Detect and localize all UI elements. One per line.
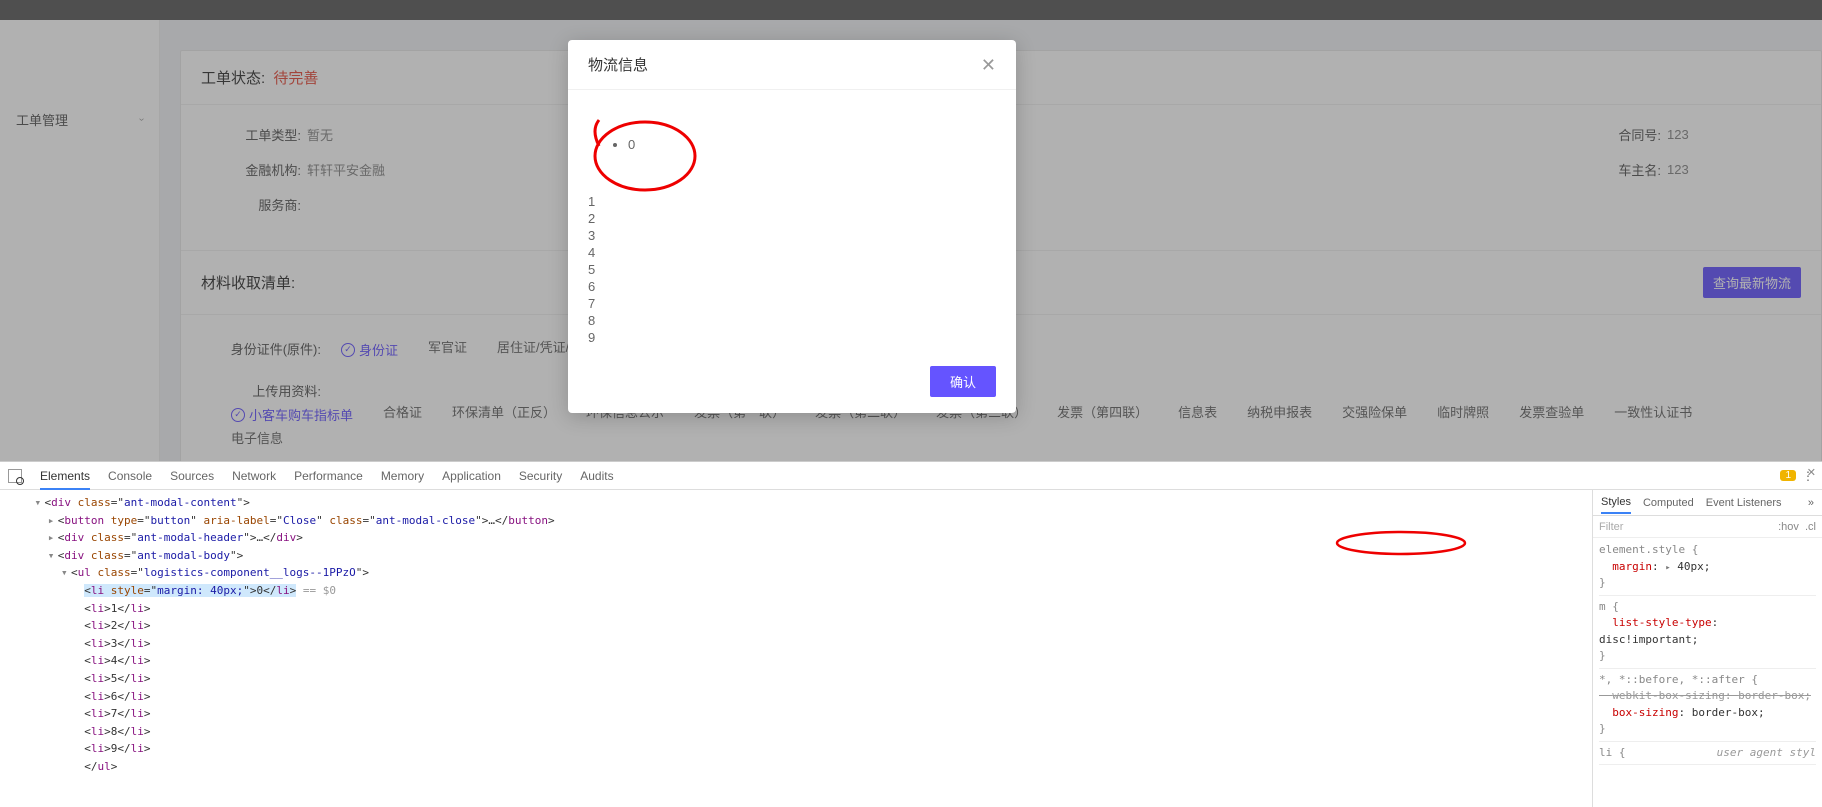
styles-tabbar: Styles Computed Event Listeners » xyxy=(1593,490,1822,516)
dom-line[interactable]: <li>2</li> xyxy=(8,617,1584,635)
styles-filter-input[interactable]: Filter xyxy=(1599,521,1623,533)
styles-tab[interactable]: Computed xyxy=(1643,497,1694,509)
styles-tab[interactable]: Styles xyxy=(1601,496,1631,514)
devtools-tab[interactable]: Application xyxy=(442,469,501,483)
log-item: 4 xyxy=(588,244,996,261)
dom-line[interactable]: <ul class="logistics-component__logs--1P… xyxy=(8,564,1584,582)
dom-line[interactable]: <li>9</li> xyxy=(8,740,1584,758)
logistics-modal: 物流信息 ✕ 0 123456789 确认 xyxy=(568,40,1016,413)
logistics-log-list: 0 123456789 xyxy=(588,136,996,346)
styles-rules[interactable]: element.style { margin: ▸ 40px; } m { li… xyxy=(1593,538,1822,807)
styles-filter-row: Filter :hov .cl xyxy=(1593,516,1822,538)
devtools-panel: ✕ Elements Console Sources Network Performan… xyxy=(0,461,1822,807)
dom-line[interactable]: <button type="button" aria-label="Close"… xyxy=(8,512,1584,530)
devtools-tab[interactable]: Sources xyxy=(170,469,214,483)
dom-line[interactable]: <li>4</li> xyxy=(8,652,1584,670)
dom-line[interactable]: <li>7</li> xyxy=(8,705,1584,723)
devtools-close-icon[interactable]: ✕ xyxy=(1807,466,1816,479)
devtools-tab[interactable]: Console xyxy=(108,469,152,483)
log-item: 5 xyxy=(588,261,996,278)
modal-title: 物流信息 xyxy=(588,54,648,75)
log-item: 2 xyxy=(588,210,996,227)
devtools-tab[interactable]: Security xyxy=(519,469,562,483)
devtools-tab[interactable]: Performance xyxy=(294,469,363,483)
inspect-icon[interactable] xyxy=(8,469,22,483)
log-item: 8 xyxy=(588,312,996,329)
styles-more-icon[interactable]: » xyxy=(1808,497,1814,509)
close-icon[interactable]: ✕ xyxy=(981,56,996,74)
dom-line[interactable]: <li>1</li> xyxy=(8,600,1584,618)
log-item: 9 xyxy=(588,329,996,346)
devtools-tabbar: Elements Console Sources Network Performance… xyxy=(0,462,1822,490)
dom-line[interactable]: <div class="ant-modal-header">…</div> xyxy=(8,529,1584,547)
devtools-tab[interactable]: Audits xyxy=(580,469,613,483)
dom-line[interactable]: </ul> xyxy=(8,758,1584,776)
styles-tab[interactable]: Event Listeners xyxy=(1706,497,1782,509)
dom-line[interactable]: <li>5</li> xyxy=(8,670,1584,688)
devtools-dom-tree[interactable]: <div class="ant-modal-content"> <button … xyxy=(0,490,1592,807)
log-item: 0 xyxy=(628,136,956,153)
devtools-tab[interactable]: Elements xyxy=(40,469,90,490)
dom-line[interactable]: <div class="ant-modal-body"> xyxy=(8,547,1584,565)
devtools-body: <div class="ant-modal-content"> <button … xyxy=(0,490,1822,807)
devtools-styles-pane: Styles Computed Event Listeners » Filter :h… xyxy=(1592,490,1822,807)
dom-line[interactable]: <div class="ant-modal-content"> xyxy=(8,494,1584,512)
confirm-button[interactable]: 确认 xyxy=(930,366,996,397)
dom-line[interactable]: <li>6</li> xyxy=(8,688,1584,706)
dom-line[interactable]: <li style="margin: 40px;">0</li> == $0 xyxy=(8,582,1584,600)
devtools-tab[interactable]: Network xyxy=(232,469,276,483)
log-item: 3 xyxy=(588,227,996,244)
log-item: 6 xyxy=(588,278,996,295)
log-item: 1 xyxy=(588,193,996,210)
modal-footer: 确认 xyxy=(568,356,1016,413)
modal-body: 0 123456789 xyxy=(568,90,1016,356)
dom-line[interactable]: <li>8</li> xyxy=(8,723,1584,741)
devtools-tab[interactable]: Memory xyxy=(381,469,424,483)
error-badge[interactable]: 1 xyxy=(1780,470,1796,481)
dom-line[interactable]: <li>3</li> xyxy=(8,635,1584,653)
modal-header: 物流信息 ✕ xyxy=(568,40,1016,90)
log-item: 7 xyxy=(588,295,996,312)
